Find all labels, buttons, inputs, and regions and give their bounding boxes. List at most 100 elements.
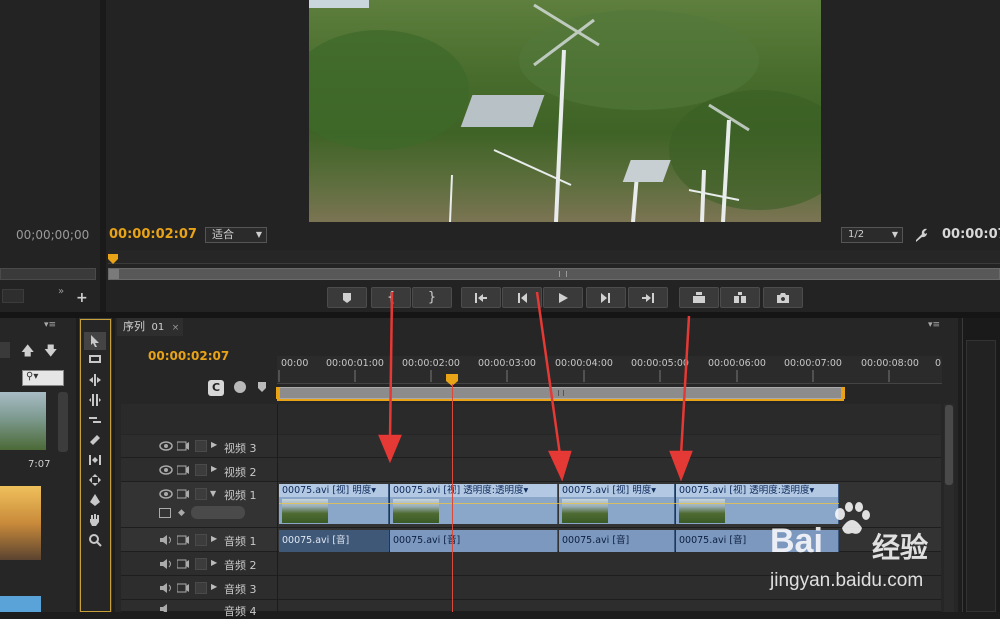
- lock-toggle[interactable]: [195, 440, 207, 452]
- eye-icon[interactable]: [159, 465, 173, 475]
- source-export-icon[interactable]: [2, 289, 24, 303]
- track-select-tool-icon[interactable]: [84, 350, 106, 368]
- go-to-out-button[interactable]: [628, 287, 668, 308]
- step-forward-button[interactable]: [586, 287, 626, 308]
- eye-icon[interactable]: [159, 489, 173, 499]
- speaker-icon[interactable]: [159, 559, 173, 569]
- add-marker-icon[interactable]: [258, 382, 266, 392]
- export-frame-button[interactable]: [763, 287, 803, 308]
- eye-icon[interactable]: [159, 441, 173, 451]
- move-up-icon[interactable]: 🡅: [21, 342, 34, 364]
- search-input[interactable]: ⚲▾: [22, 370, 64, 386]
- program-timeline-ruler[interactable]: [108, 250, 1000, 264]
- slide-tool-icon[interactable]: [84, 471, 106, 489]
- chevron-right-icon[interactable]: ▶: [211, 582, 217, 591]
- audio-clip[interactable]: 00075.avi [音]: [390, 530, 558, 552]
- project-dropdown[interactable]: [0, 342, 10, 358]
- mark-in-button[interactable]: {: [371, 287, 411, 308]
- audio-clip[interactable]: 00075.avi [音]: [559, 530, 675, 552]
- play-button[interactable]: [543, 287, 583, 308]
- keyframe-icon[interactable]: ◆: [178, 508, 185, 518]
- chevron-right-icon[interactable]: ▶: [211, 440, 217, 449]
- project-thumbnail-1[interactable]: [0, 392, 46, 450]
- speaker-icon[interactable]: [159, 604, 173, 612]
- zoom-bar-left-handle[interactable]: [109, 269, 119, 279]
- film-icon[interactable]: [177, 441, 189, 451]
- razor-tool-icon[interactable]: [84, 431, 106, 449]
- video-clip[interactable]: 00075.avi [视] 明度▾: [559, 484, 675, 524]
- lock-toggle[interactable]: [195, 558, 207, 570]
- track-label-v2: 视频 2: [224, 466, 257, 479]
- lock-toggle[interactable]: [195, 582, 207, 594]
- timeline-menu-icon[interactable]: ▾≡: [928, 320, 940, 330]
- work-area-bar[interactable]: [276, 387, 845, 399]
- extract-button[interactable]: [720, 287, 760, 308]
- panel-menu-icon[interactable]: ▾≡: [44, 320, 56, 330]
- zoom-bar-grip[interactable]: [559, 271, 567, 277]
- project-thumbnail-2[interactable]: [0, 486, 41, 560]
- work-area-baseline: [277, 399, 844, 401]
- project-thumbnail-3[interactable]: [0, 596, 41, 612]
- program-timecode[interactable]: 00:00:02:07: [109, 227, 197, 242]
- display-style-icon[interactable]: [159, 508, 171, 518]
- track-label-a3: 音频 3: [224, 583, 257, 596]
- film-icon[interactable]: [177, 535, 189, 545]
- track-label-v3: 视频 3: [224, 442, 257, 455]
- film-icon[interactable]: [177, 489, 189, 499]
- chevron-right-icon[interactable]: ▶: [211, 464, 217, 473]
- wrench-icon[interactable]: [913, 227, 929, 243]
- chevron-right-icon[interactable]: ▶: [211, 534, 217, 543]
- chevron-down-icon[interactable]: ▼: [210, 489, 216, 498]
- project-scrollbar[interactable]: [58, 392, 68, 452]
- playhead-marker-icon[interactable]: [108, 254, 118, 264]
- scrollbar-thumb[interactable]: [945, 405, 953, 485]
- lock-toggle[interactable]: [195, 534, 207, 546]
- film-icon[interactable]: [177, 465, 189, 475]
- audio-clip[interactable]: 00075.avi [音]: [279, 530, 389, 552]
- step-back-button[interactable]: [502, 287, 542, 308]
- add-marker-button[interactable]: [327, 287, 367, 308]
- rolling-edit-tool-icon[interactable]: [84, 391, 106, 409]
- film-icon[interactable]: [177, 559, 189, 569]
- close-icon[interactable]: ×: [172, 323, 180, 333]
- linked-selection-icon[interactable]: [234, 381, 246, 393]
- lock-toggle[interactable]: [195, 464, 207, 476]
- rate-stretch-tool-icon[interactable]: [84, 411, 106, 429]
- slip-tool-icon[interactable]: [84, 451, 106, 469]
- sequence-tab-label: 序列: [123, 320, 145, 333]
- film-icon[interactable]: [177, 583, 189, 593]
- video-clip[interactable]: 00075.avi [视] 明度▾: [279, 484, 389, 524]
- speaker-icon[interactable]: [159, 583, 173, 593]
- lift-button[interactable]: [679, 287, 719, 308]
- fit-dropdown[interactable]: 适合 ▼: [205, 227, 267, 243]
- sequence-timecode[interactable]: 00:00:02:07: [148, 349, 229, 363]
- ruler-label: 00:00:03:00: [478, 358, 536, 369]
- resolution-dropdown[interactable]: 1/2 ▼: [841, 227, 903, 243]
- tab-sequence-01[interactable]: 序列 01 ×: [117, 318, 183, 336]
- program-zoom-bar[interactable]: [108, 268, 1000, 280]
- video-clip[interactable]: 00075.avi [视] 透明度:透明度▾: [390, 484, 558, 524]
- search-icon: ⚲▾: [26, 371, 39, 382]
- snap-icon[interactable]: C: [208, 380, 224, 396]
- work-area-in-handle[interactable]: [276, 387, 280, 399]
- watermark-brand: Bai: [770, 522, 823, 560]
- work-area-out-handle[interactable]: [841, 387, 845, 399]
- chevron-right-icon[interactable]: ▶: [211, 558, 217, 567]
- speaker-icon[interactable]: [159, 535, 173, 545]
- add-button[interactable]: +: [76, 290, 88, 306]
- source-scrub-bar[interactable]: [0, 268, 96, 280]
- lock-toggle[interactable]: [195, 488, 207, 500]
- pen-tool-icon[interactable]: [84, 491, 106, 509]
- ripple-edit-tool-icon[interactable]: [84, 371, 106, 389]
- hand-tool-icon[interactable]: [84, 511, 106, 529]
- selection-tool-icon[interactable]: [84, 332, 106, 350]
- work-area-grip[interactable]: [558, 390, 564, 396]
- mark-out-button[interactable]: }: [412, 287, 452, 308]
- video-clip-label: 00075.avi [视] 明度▾: [559, 484, 674, 497]
- go-to-in-button[interactable]: [461, 287, 501, 308]
- zoom-tool-icon[interactable]: [84, 531, 106, 549]
- move-down-icon[interactable]: 🡇: [44, 342, 57, 364]
- keyframe-navigator[interactable]: [191, 506, 245, 519]
- track-header-spacer: [121, 404, 941, 434]
- more-icon[interactable]: »: [58, 286, 64, 297]
